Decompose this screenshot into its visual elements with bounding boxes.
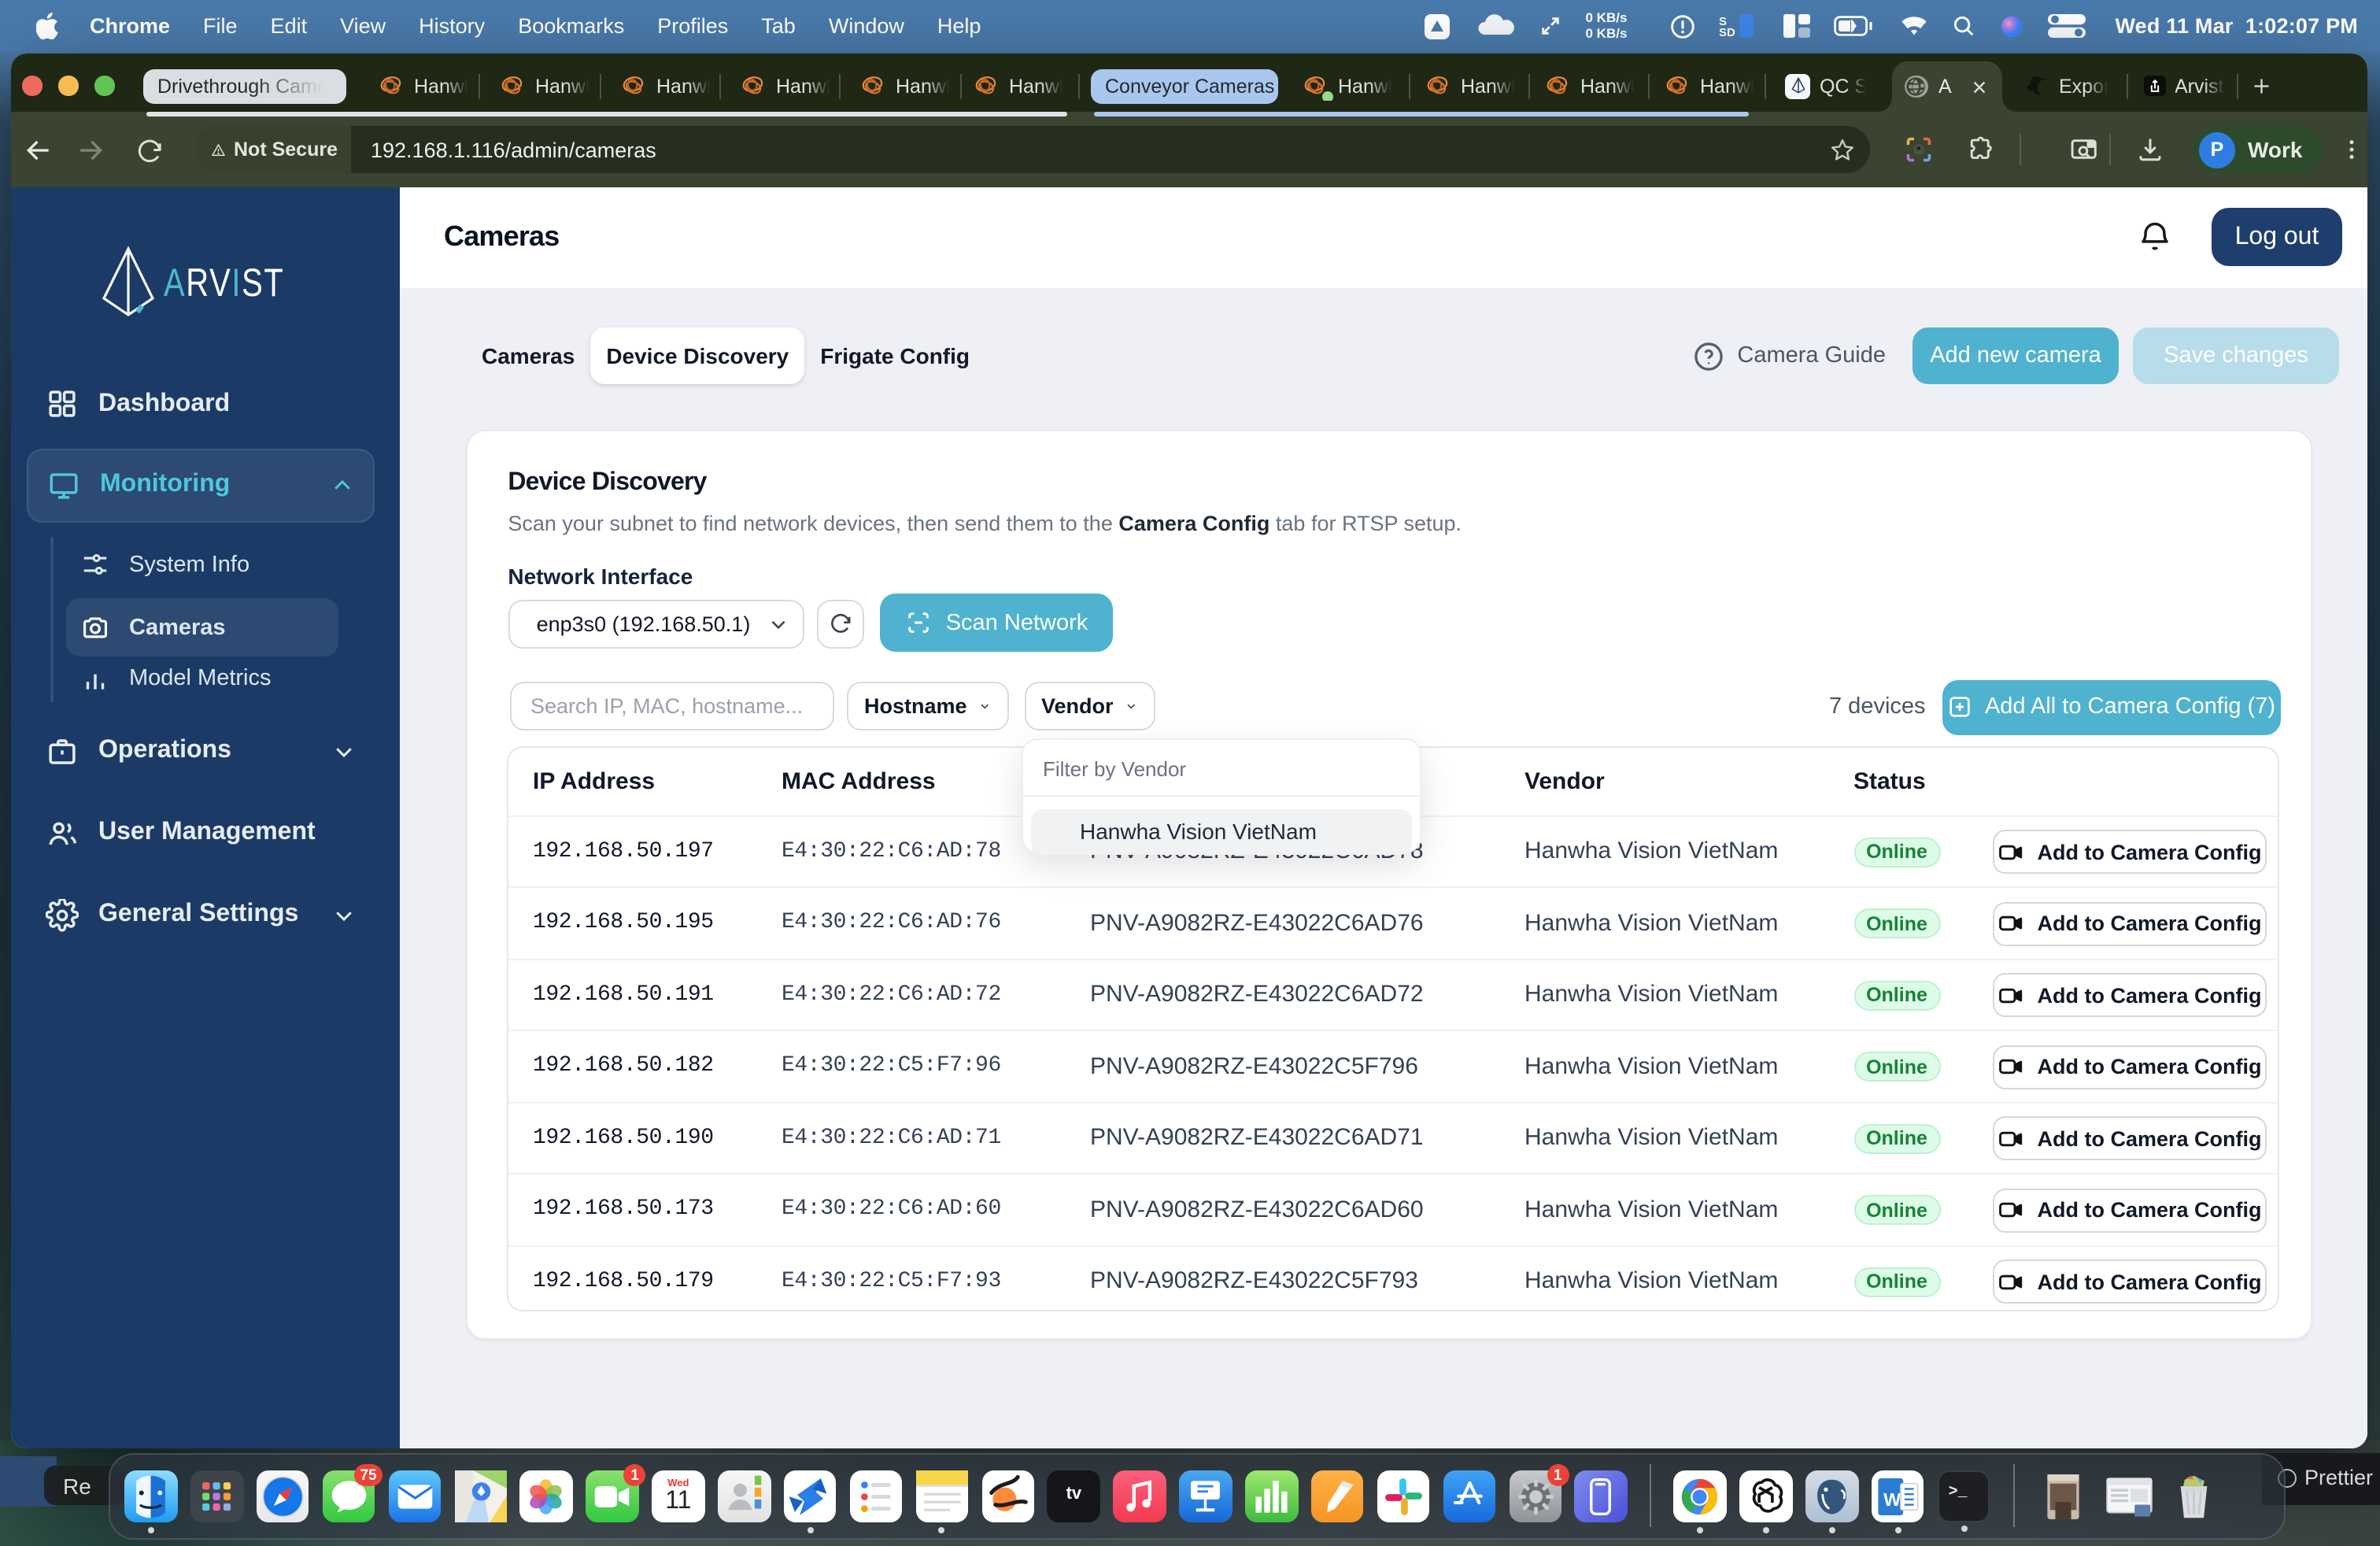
svg-text:W: W — [1883, 1489, 1901, 1509]
svg-text:SSD: SSD — [1718, 15, 1735, 39]
